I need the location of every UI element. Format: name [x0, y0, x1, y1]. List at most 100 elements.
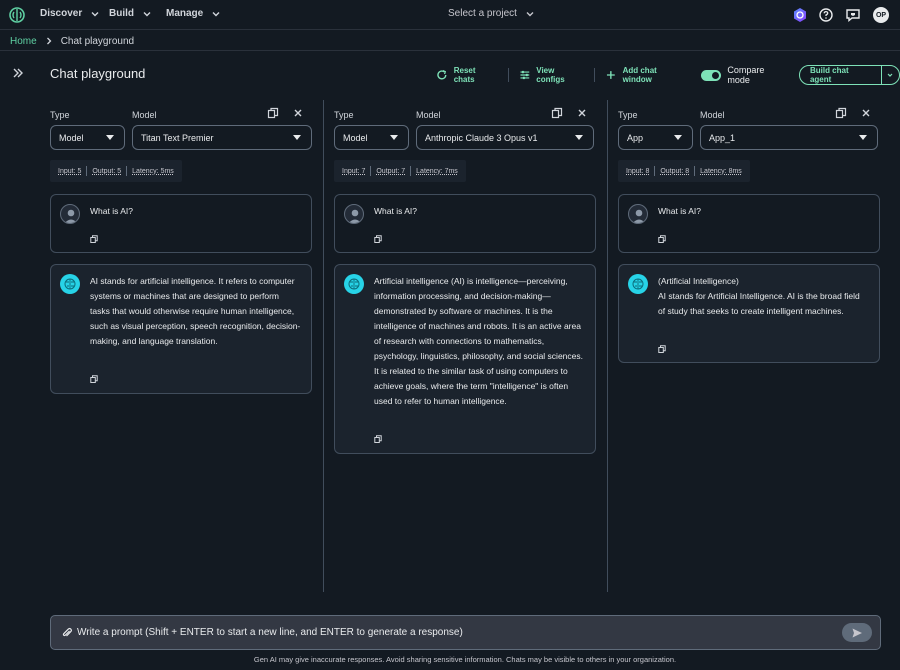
feedback-icon[interactable] [845, 7, 861, 23]
nav-manage-label: Manage [166, 8, 204, 19]
prompt-input[interactable]: Write a prompt (Shift + ENTER to start a… [50, 615, 881, 650]
metric-latency[interactable]: Latency: 8ms [700, 168, 742, 175]
chevron-down-icon [91, 11, 99, 16]
duplicate-icon[interactable] [835, 107, 847, 119]
duplicate-icon[interactable] [267, 107, 279, 119]
metrics-bar: Input: 5 Output: 5 Latency: 5ms [50, 160, 182, 182]
close-icon[interactable] [292, 107, 304, 119]
copy-icon[interactable] [658, 345, 666, 353]
metric-output[interactable]: Output: 7 [376, 168, 405, 175]
chevron-down-icon [212, 11, 220, 16]
metric-separator [370, 166, 372, 176]
build-chat-agent-button[interactable]: Build chat agent [800, 66, 882, 84]
copy-icon[interactable] [374, 235, 382, 243]
user-message-text: What is AI? [658, 206, 701, 216]
close-icon[interactable] [576, 107, 588, 119]
metrics-bar: Input: 7 Output: 7 Latency: 7ms [334, 160, 466, 182]
caret-down-icon [390, 135, 398, 140]
metric-input[interactable]: Input: 7 [342, 168, 365, 175]
model-label: Model [132, 110, 157, 120]
breadcrumb: Home Chat playground [10, 34, 134, 48]
close-icon[interactable] [860, 107, 872, 119]
model-select[interactable]: Titan Text Premier [132, 125, 312, 150]
toggle-switch[interactable] [700, 69, 722, 81]
type-select[interactable]: App [618, 125, 693, 150]
reset-chats-label: Reset chats [453, 66, 476, 84]
type-select[interactable]: Model [334, 125, 409, 150]
type-label: Type [50, 110, 70, 120]
user-message: What is AI? [334, 194, 596, 253]
nav-build-label: Build [109, 8, 134, 19]
metric-latency[interactable]: Latency: 5ms [132, 168, 174, 175]
settings-sliders-icon [520, 70, 529, 80]
header-divider [0, 50, 900, 51]
user-avatar-icon [60, 204, 80, 224]
ai-message-text: (Artificial Intelligence) AI stands for … [658, 274, 869, 319]
toggle-knob [712, 71, 720, 79]
copy-icon[interactable] [658, 235, 666, 243]
metric-input[interactable]: Input: 8 [626, 168, 649, 175]
project-select[interactable]: Select a project [448, 8, 535, 19]
compare-mode-toggle[interactable]: Compare mode [700, 65, 788, 85]
attachment-icon[interactable] [61, 627, 73, 639]
type-label: Type [334, 110, 354, 120]
caret-down-icon [859, 135, 867, 140]
view-configs-button[interactable]: View configs [519, 66, 584, 84]
send-icon [852, 628, 862, 637]
disclaimer-text: Gen AI may give inaccurate responses. Av… [253, 655, 677, 664]
build-options-dropdown[interactable] [882, 66, 900, 84]
ai-message-text: AI stands for artificial intelligence. I… [90, 276, 301, 346]
view-configs-label: View configs [536, 66, 565, 84]
metric-latency[interactable]: Latency: 7ms [416, 168, 458, 175]
ai-message-title: (Artificial Intelligence) [658, 276, 739, 286]
metric-output[interactable]: Output: 5 [92, 168, 121, 175]
ai-avatar-icon [60, 274, 80, 294]
page-title: Chat playground [50, 66, 146, 81]
caret-down-icon [575, 135, 583, 140]
chevron-down-icon [526, 11, 534, 16]
send-button[interactable] [842, 623, 872, 642]
reset-chats-button[interactable]: Reset chats [436, 66, 498, 84]
column-divider [607, 100, 608, 592]
model-select[interactable]: Anthropic Claude 3 Opus v1 [416, 125, 594, 150]
metric-input[interactable]: Input: 5 [58, 168, 81, 175]
expand-sidebar-icon[interactable] [12, 67, 24, 79]
type-label: Type [618, 110, 638, 120]
prompt-placeholder: Write a prompt (Shift + ENTER to start a… [77, 627, 463, 638]
caret-down-icon [106, 135, 114, 140]
model-select[interactable]: App_1 [700, 125, 878, 150]
add-chat-window-button[interactable]: Add chat window [605, 66, 687, 84]
copy-icon[interactable] [90, 235, 98, 243]
toolbar: Reset chats View configs Add chat window… [436, 63, 900, 87]
user-message-text: What is AI? [374, 206, 417, 216]
nav-discover[interactable]: Discover [40, 8, 100, 19]
help-icon[interactable] [818, 7, 834, 23]
ai-avatar-icon [628, 274, 648, 294]
nav-manage[interactable]: Manage [166, 8, 221, 19]
chevron-down-icon [887, 73, 893, 77]
type-select-value: Model [343, 132, 368, 143]
metric-separator [694, 166, 696, 176]
metric-output[interactable]: Output: 8 [660, 168, 689, 175]
copy-icon[interactable] [90, 375, 98, 383]
type-select-value: Model [59, 132, 84, 143]
breadcrumb-home[interactable]: Home [10, 36, 37, 47]
ai-message: (Artificial Intelligence) AI stands for … [618, 264, 880, 363]
add-chat-window-label: Add chat window [622, 66, 657, 84]
nav-build[interactable]: Build [109, 8, 152, 19]
user-message: What is AI? [50, 194, 312, 253]
nav-discover-label: Discover [40, 8, 83, 19]
user-avatar[interactable]: OP [873, 7, 889, 23]
chevron-down-icon [143, 11, 151, 16]
ai-message-text: Artificial intelligence (AI) is intellig… [374, 276, 583, 406]
toolbar-separator [507, 68, 509, 82]
duplicate-icon[interactable] [551, 107, 563, 119]
type-select-value: App [627, 132, 644, 143]
shield-badge-icon[interactable] [792, 7, 808, 23]
type-select[interactable]: Model [50, 125, 125, 150]
build-chat-agent-split-button: Build chat agent [798, 65, 900, 85]
ai-message: Artificial intelligence (AI) is intellig… [334, 264, 596, 454]
copy-icon[interactable] [374, 435, 382, 443]
logo-icon[interactable] [9, 7, 25, 23]
model-label: Model [416, 110, 441, 120]
